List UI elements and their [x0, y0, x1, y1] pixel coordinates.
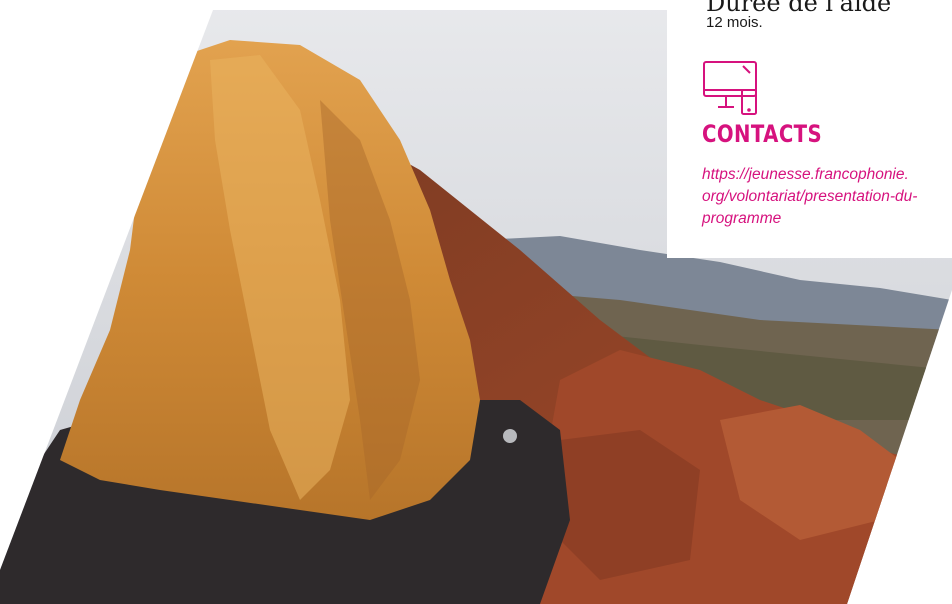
info-panel: Durée de l'aide 12 mois. CONTACTS https:…	[667, 0, 952, 258]
contacts-link-line[interactable]: https://jeunesse.francophonie.	[702, 164, 952, 186]
page: Durée de l'aide 12 mois. CONTACTS https:…	[0, 0, 952, 604]
contacts-link-line[interactable]: org/volontariat/presentation-du-	[702, 186, 952, 208]
aid-duration-value: 12 mois.	[706, 14, 763, 31]
contacts-link[interactable]: https://jeunesse.francophonie. org/volon…	[702, 164, 952, 230]
contacts-heading: CONTACTS	[702, 120, 823, 148]
contacts-link-line[interactable]: programme	[702, 208, 952, 230]
computer-icon	[703, 61, 757, 115]
